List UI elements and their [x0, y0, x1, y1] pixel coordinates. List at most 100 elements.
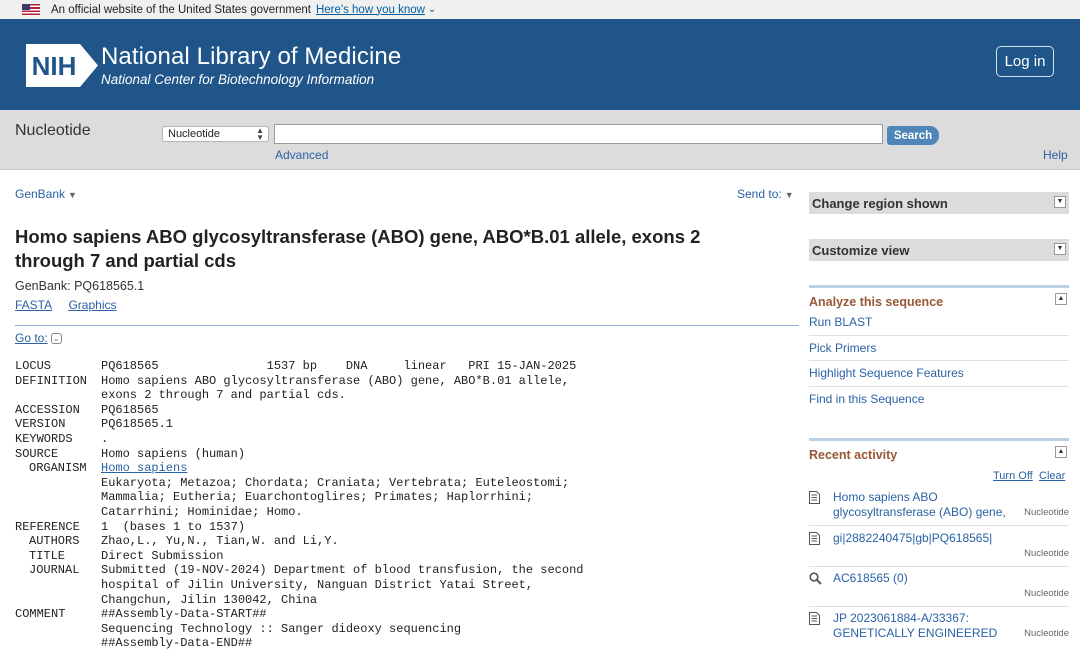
separator — [809, 335, 1069, 336]
goto-label: Go to: — [15, 331, 48, 345]
separator — [809, 566, 1069, 567]
highlight-features-link[interactable]: Highlight Sequence Features — [809, 366, 1069, 380]
change-region-portlet[interactable]: Change region shown ▼ — [809, 192, 1069, 214]
separator — [809, 360, 1069, 361]
select-arrows-icon: ▲ ▼ — [256, 126, 264, 142]
recent-activity-db: Nucleotide — [1024, 588, 1069, 599]
gov-banner: An official website of the United States… — [0, 0, 1080, 19]
flatfile-value: Catarrhini; Hominidae; Homo. — [101, 504, 303, 519]
flatfile-value: PQ618565 1537 bp DNA linear PRI 15-JAN-2… — [101, 359, 577, 373]
pick-primers-link[interactable]: Pick Primers — [809, 341, 1069, 355]
database-select-value: Nucleotide — [168, 128, 220, 140]
site-subtitle: National Center for Biotechnology Inform… — [101, 72, 375, 87]
document-icon — [809, 612, 820, 625]
flatfile-key — [15, 636, 101, 651]
clear-link[interactable]: Clear — [1039, 470, 1065, 482]
search-input[interactable] — [274, 124, 883, 144]
flatfile-key — [15, 622, 101, 637]
find-in-sequence-link[interactable]: Find in this Sequence — [809, 392, 1069, 406]
search-icon — [809, 572, 822, 585]
flatfile-value: Zhao,L., Yu,N., Tian,W. and Li,Y. — [101, 534, 339, 549]
advanced-search-link[interactable]: Advanced — [275, 148, 328, 162]
caret-down-icon: ▼ — [784, 190, 794, 200]
change-region-label: Change region shown — [812, 195, 948, 211]
goto-menu[interactable]: Go to: ⌄ — [15, 331, 62, 345]
flatfile-row: SOURCE Homo sapiens (human) — [15, 447, 795, 462]
help-link[interactable]: Help — [1043, 148, 1068, 162]
flatfile-row: ORGANISM Homo sapiens — [15, 461, 795, 476]
collapse-toggle-icon[interactable]: ▲ — [1055, 446, 1067, 458]
expand-toggle-icon[interactable]: ▼ — [1054, 196, 1066, 208]
flatfile-key: REFERENCE — [15, 519, 80, 534]
record-title-line1: Homo sapiens ABO glycosyltransferase (AB… — [15, 226, 701, 247]
caret-down-icon: ▼ — [68, 190, 77, 200]
flatfile-value: PQ618565 — [101, 402, 159, 417]
recent-activity-item[interactable]: JP 2023061884-A/33367: GENETICALLY ENGIN… — [809, 611, 1069, 645]
flatfile-row: COMMENT ##Assembly-Data-START## — [15, 607, 795, 622]
flatfile-key: VERSION — [15, 417, 66, 432]
record-title: Homo sapiens ABO glycosyltransferase (AB… — [15, 225, 795, 273]
document-icon — [809, 491, 820, 504]
search-bar: Nucleotide Nucleotide ▲ ▼ Search Advanced… — [0, 110, 1080, 170]
send-to-dropdown[interactable]: Send to: ▼ — [737, 187, 794, 201]
analyze-sequence-heading: Analyze this sequence — [809, 295, 944, 309]
recent-activity-item[interactable]: AC618565 (0) Nucleotide — [809, 571, 1069, 605]
recent-activity-heading: Recent activity — [809, 448, 898, 462]
flatfile-row: VERSION PQ618565.1 — [15, 417, 795, 432]
graphics-link[interactable]: Graphics — [68, 298, 116, 312]
flatfile-key: DEFINITION — [15, 373, 88, 388]
heres-how-you-know-link[interactable]: Here's how you know — [316, 4, 425, 16]
flatfile-key — [15, 476, 101, 491]
flatfile-row: REFERENCE 1 (bases 1 to 1537) — [15, 520, 795, 535]
flatfile-key: COMMENT — [15, 607, 66, 622]
expand-toggle-icon[interactable]: ▼ — [1054, 243, 1066, 255]
flatfile-value: . — [101, 431, 109, 446]
recent-activity-title[interactable]: JP 2023061884-A/33367: GENETICALLY ENGIN… — [833, 611, 1031, 641]
chevron-down-icon[interactable]: ⌄ — [428, 4, 436, 15]
flatfile-key — [15, 593, 101, 608]
recent-activity-item[interactable]: Homo sapiens ABO glycosyltransferase (AB… — [809, 490, 1069, 524]
flatfile-row: Catarrhini; Hominidae; Homo. — [15, 505, 795, 520]
database-select[interactable]: Nucleotide ▲ ▼ — [162, 126, 269, 142]
flatfile-key: LOCUS — [15, 359, 52, 373]
fasta-link[interactable]: FASTA — [15, 298, 52, 312]
flatfile-key — [15, 490, 101, 505]
chevron-down-icon[interactable]: ⌄ — [50, 333, 62, 345]
format-dropdown[interactable]: GenBank ▼ — [15, 187, 77, 201]
flatfile-value: Sequencing Technology :: Sanger dideoxy … — [101, 621, 462, 636]
document-icon — [809, 532, 820, 545]
recent-activity-item[interactable]: gi|2882240475|gb|PQ618565| Nucleotide — [809, 531, 1069, 565]
divider — [15, 325, 799, 326]
flatfile-value: PQ618565.1 — [101, 417, 174, 432]
customize-view-label: Customize view — [812, 242, 910, 258]
flatfile-value: Submitted (19-NOV-2024) Department of bl… — [101, 563, 584, 578]
us-flag-icon — [22, 4, 40, 15]
turn-off-link[interactable]: Turn Off — [993, 470, 1033, 482]
recent-activity-title[interactable]: gi|2882240475|gb|PQ618565| — [833, 531, 1023, 546]
flatfile-value: Homo sapiens (human) — [101, 446, 246, 461]
flatfile-value: 1 (bases 1 to 1537) — [101, 519, 246, 534]
organism-link[interactable]: Homo sapiens — [101, 461, 187, 476]
record-title-line2: through 7 and partial cds — [15, 250, 236, 271]
flatfile-value: Eukaryota; Metazoa; Chordata; Craniata; … — [101, 475, 570, 490]
flatfile-key: ACCESSION — [15, 402, 80, 417]
flatfile-row: Mammalia; Eutheria; Euarchontoglires; Pr… — [15, 490, 795, 505]
flatfile-key — [15, 578, 101, 593]
genbank-flatfile: LOCUS PQ618565 1537 bp DNA linear PRI 15-… — [15, 359, 795, 651]
flatfile-key: ORGANISM — [29, 461, 87, 476]
format-links: FASTA Graphics — [15, 298, 130, 312]
search-button[interactable]: Search — [887, 126, 939, 145]
site-title[interactable]: National Library of Medicine — [101, 43, 401, 71]
customize-view-portlet[interactable]: Customize view ▼ — [809, 239, 1069, 261]
recent-activity-title[interactable]: Homo sapiens ABO glycosyltransferase (AB… — [833, 490, 1031, 520]
separator — [809, 525, 1069, 526]
flatfile-value: Direct Submission — [101, 548, 224, 563]
flatfile-value: ##Assembly-Data-START## — [101, 607, 267, 622]
flatfile-row: ACCESSION PQ618565 — [15, 403, 795, 418]
run-blast-link[interactable]: Run BLAST — [809, 315, 1069, 329]
login-button[interactable]: Log in — [996, 46, 1054, 77]
nih-logo[interactable]: NIH — [24, 44, 98, 87]
flatfile-row: TITLE Direct Submission — [15, 549, 795, 564]
recent-activity-title[interactable]: AC618565 (0) — [833, 571, 1023, 586]
collapse-toggle-icon[interactable]: ▲ — [1055, 293, 1067, 305]
